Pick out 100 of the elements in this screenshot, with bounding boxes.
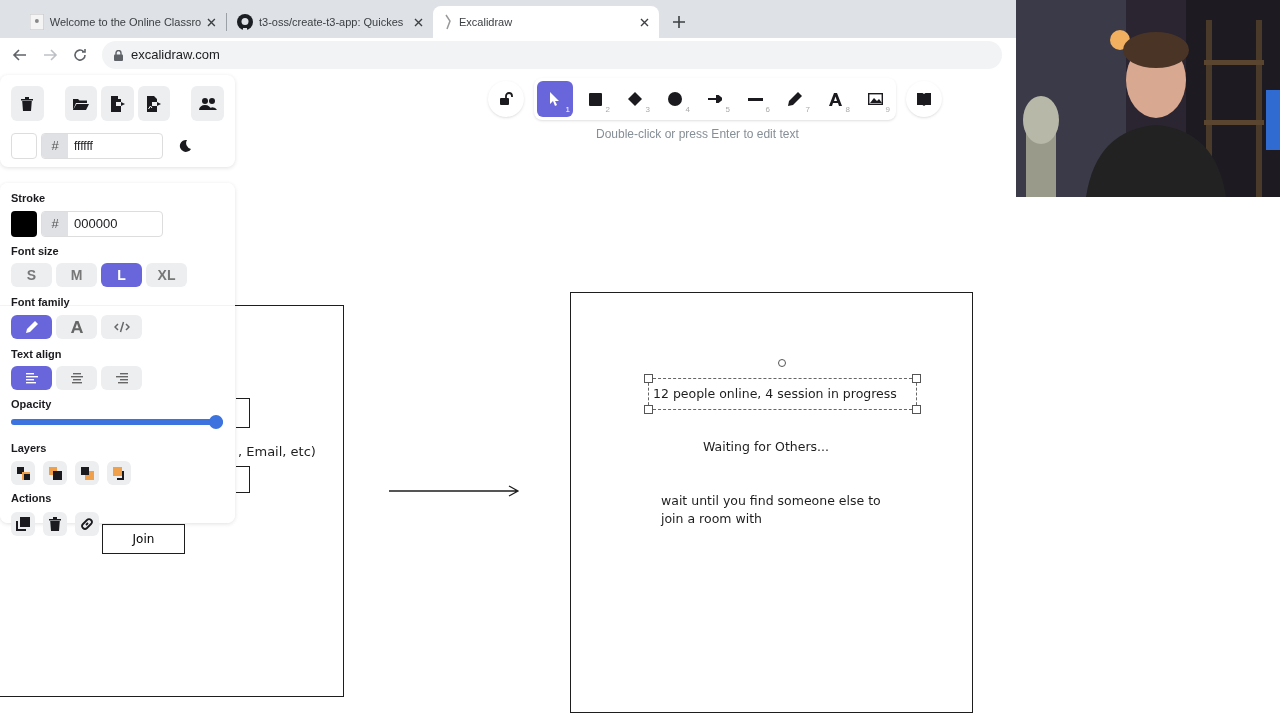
text-align-button[interactable]: [101, 366, 142, 390]
section-label: Layers: [11, 440, 48, 456]
image-icon: [867, 93, 883, 105]
font-size-button[interactable]: XL: [146, 263, 187, 287]
hash-label: #: [42, 211, 68, 236]
new-tab-icon[interactable]: [673, 16, 685, 28]
close-icon[interactable]: [640, 17, 649, 27]
section-label: Font family: [11, 295, 71, 310]
close-icon[interactable]: [207, 17, 216, 27]
shortcut-number: 9: [885, 104, 890, 116]
font-size-button[interactable]: S: [11, 263, 52, 287]
opacity-slider[interactable]: [11, 414, 223, 429]
font-size-button[interactable]: L: [101, 263, 142, 287]
text-align-button[interactable]: [11, 366, 52, 390]
shortcut-number: 8: [845, 104, 850, 116]
text-element[interactable]: 12 people online, 4 session in progress: [653, 385, 897, 404]
image-tool-button[interactable]: 9: [857, 81, 893, 117]
resize-handle[interactable]: [644, 374, 653, 383]
open-button[interactable]: [64, 86, 98, 121]
tab-title: Welcome to the Online Classro: [49, 14, 202, 30]
letter-a-icon: [828, 92, 842, 106]
browser-tab[interactable]: Welcome to the Online Classro: [20, 6, 226, 38]
folder-icon: [72, 97, 89, 110]
selection-tool-button[interactable]: 1: [537, 81, 573, 117]
color-swatch[interactable]: [11, 133, 37, 159]
trash-icon: [48, 516, 62, 531]
library-button[interactable]: [906, 81, 942, 117]
draw-tool-button[interactable]: 7: [777, 81, 813, 117]
bring-forward-button[interactable]: [75, 461, 99, 485]
input-box: [236, 398, 250, 428]
layers-icon: [111, 465, 127, 481]
align-right-icon: [115, 372, 128, 384]
duplicate-button[interactable]: [11, 511, 35, 536]
text-align-button[interactable]: [56, 366, 97, 390]
layers-icon: [15, 465, 31, 481]
back-icon[interactable]: [12, 47, 28, 63]
hash-label: #: [42, 134, 68, 158]
shortcut-number: 7: [805, 104, 810, 116]
text-tool-button[interactable]: 8: [817, 81, 853, 117]
save-button[interactable]: [101, 86, 134, 121]
lock-icon: [114, 49, 123, 61]
shortcut-number: 3: [645, 104, 650, 116]
font-size-button[interactable]: M: [56, 263, 97, 287]
collaborate-button[interactable]: [191, 86, 225, 121]
link-button[interactable]: [75, 511, 99, 536]
input-box: [236, 466, 250, 493]
resize-handle[interactable]: [912, 374, 921, 383]
shortcut-number: 1: [565, 104, 570, 116]
link-icon: [80, 516, 94, 531]
delete-button[interactable]: [43, 511, 67, 536]
address-bar[interactable]: excalidraw.com: [102, 41, 1002, 69]
reload-icon[interactable]: [72, 47, 88, 63]
export-image-button[interactable]: [137, 86, 171, 121]
close-icon[interactable]: [414, 17, 423, 27]
lock-button[interactable]: [488, 81, 524, 117]
pointer-icon: [549, 92, 561, 106]
section-label: Text align: [11, 346, 63, 362]
send-to-back-button[interactable]: [11, 461, 35, 485]
unlocked-icon: [499, 92, 513, 106]
people-icon: [198, 97, 217, 110]
image-export-icon: [146, 95, 163, 112]
bring-to-front-button[interactable]: [107, 461, 131, 485]
rectangle-tool-button[interactable]: 2: [577, 81, 613, 117]
ellipse-tool-button[interactable]: 4: [657, 81, 693, 117]
moon-icon[interactable]: [178, 139, 192, 153]
section-label: Actions: [11, 491, 53, 506]
trash-icon: [21, 96, 34, 111]
shortcut-number: 2: [605, 104, 610, 116]
resize-handle[interactable]: [644, 405, 653, 414]
url-text: excalidraw.com: [131, 46, 220, 65]
shortcut-number: 6: [765, 104, 770, 116]
field-label: , Email, etc): [238, 443, 316, 461]
browser-tab[interactable]: Excalidraw: [433, 6, 659, 38]
line-tool-button[interactable]: 6: [737, 81, 773, 117]
align-center-icon: [70, 372, 83, 384]
section-label: Font size: [11, 243, 60, 259]
clear-canvas-button[interactable]: [11, 86, 44, 121]
browser-tab[interactable]: t3-oss/create-t3-app: Quickes: [227, 6, 433, 38]
color-input[interactable]: # 000000: [41, 210, 163, 237]
color-input[interactable]: # ffffff: [41, 133, 163, 159]
diamond-icon: [628, 92, 642, 106]
shortcut-number: 4: [685, 104, 690, 116]
send-backward-button[interactable]: [43, 461, 67, 485]
font-family-button[interactable]: [11, 314, 52, 339]
shortcut-number: 5: [725, 104, 730, 116]
resize-handle[interactable]: [912, 405, 921, 414]
page-icon: [30, 14, 44, 30]
hint-text: Double-click or press Enter to edit text: [596, 126, 799, 143]
body-text: join a room with: [661, 510, 763, 528]
arrow-tool-button[interactable]: 5: [697, 81, 733, 117]
layers-icon: [47, 465, 63, 481]
font-family-button[interactable]: [101, 314, 142, 339]
section-label: Stroke: [11, 191, 47, 206]
section-label: Opacity: [11, 397, 53, 412]
copy-icon: [16, 516, 30, 531]
file-export-icon: [109, 95, 126, 112]
stroke-color-swatch[interactable]: [11, 210, 37, 237]
rotation-handle[interactable]: [777, 358, 787, 368]
font-family-button[interactable]: [56, 314, 97, 339]
diamond-tool-button[interactable]: 3: [617, 81, 653, 117]
